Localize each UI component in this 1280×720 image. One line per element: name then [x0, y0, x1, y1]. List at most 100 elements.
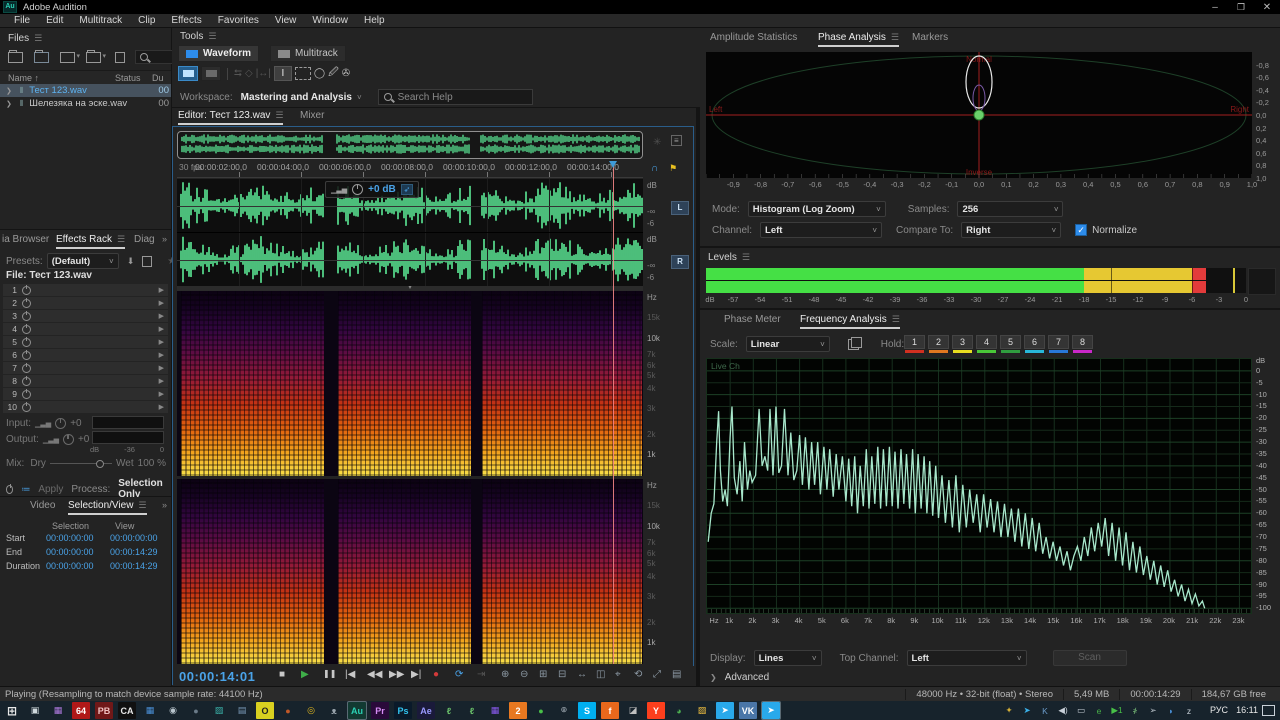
taskbar-start[interactable]: ⊞	[3, 702, 21, 719]
taskbar-leaf-app-1[interactable]: ℓ	[440, 702, 458, 719]
tab-diagnostics[interactable]: Diag	[134, 234, 155, 245]
presets-dropdown[interactable]: (Default) ˅	[46, 253, 119, 269]
zoom-tool-button[interactable]: ◫	[596, 669, 605, 680]
output-gain-knob[interactable]	[62, 434, 74, 445]
input-gain-knob[interactable]	[55, 418, 67, 429]
mix-slider[interactable]	[49, 460, 113, 468]
overview-settings-icon[interactable]: ✳	[653, 137, 661, 148]
scan-button[interactable]: Scan	[1052, 650, 1127, 666]
tray-volume[interactable]: ◀)	[1054, 702, 1072, 719]
overview-menu-icon[interactable]: ≡	[671, 135, 682, 146]
sv-view-value[interactable]: 00:00:00:00	[110, 533, 158, 543]
slot-chevron-icon[interactable]: ▶	[159, 351, 164, 359]
spectrogram-left-channel[interactable]	[177, 291, 643, 476]
zoom-tool-button[interactable]: ↔	[577, 669, 587, 680]
move-tool-icon[interactable]: ⮀	[234, 68, 242, 79]
close-button[interactable]: ✕	[1254, 2, 1280, 13]
slot-chevron-icon[interactable]: ▶	[159, 377, 164, 385]
hold-button-2[interactable]: 2	[928, 335, 949, 354]
spectrogram-right-channel[interactable]	[177, 479, 643, 664]
multitrack-view-button[interactable]: Multitrack	[270, 45, 346, 62]
panel-menu-icon[interactable]: ☰	[34, 33, 42, 44]
notification-center-icon[interactable]	[1262, 705, 1275, 716]
tray-vk[interactable]: K	[1036, 702, 1054, 719]
slot-chevron-icon[interactable]: ▶	[159, 312, 164, 320]
taskbar-adobe-audition[interactable]: Au	[347, 701, 367, 720]
hold-button-6[interactable]: 6	[1024, 335, 1045, 354]
taskbar-vk[interactable]: VK	[739, 702, 757, 719]
channel-dropdown[interactable]: Left ˅	[760, 222, 883, 238]
apply-button[interactable]: Apply	[38, 484, 63, 495]
effect-slot-4[interactable]: 4 ▶	[3, 323, 168, 335]
menu-clip[interactable]: Clip	[130, 15, 163, 26]
slot-power-icon[interactable]	[22, 323, 31, 334]
files-column-duration[interactable]: Du	[152, 73, 164, 83]
effect-slot-9[interactable]: 9 ▶	[3, 388, 168, 400]
sv-selection-value[interactable]: 00:00:00:00	[46, 547, 94, 557]
slot-power-icon[interactable]	[22, 349, 31, 360]
tray-display[interactable]: ▭	[1072, 702, 1090, 719]
spot-healing-tool[interactable]: ✇	[342, 68, 350, 79]
taskbar-telegram-2[interactable]: ➤	[761, 701, 781, 720]
tab-media-browser[interactable]: ia Browser	[2, 234, 49, 245]
next-button[interactable]: ▶|	[411, 669, 421, 680]
workspace-value[interactable]: Mastering and Analysis	[241, 92, 352, 103]
tab-video[interactable]: Video	[30, 500, 55, 511]
scale-dropdown[interactable]: Linear ˅	[745, 336, 830, 352]
files-column-name[interactable]: Name ↑	[8, 73, 39, 83]
channel-button-L[interactable]: L	[671, 201, 689, 215]
taskbar-premiere-pro[interactable]: Pr	[371, 702, 389, 719]
tab-selection-view[interactable]: Selection/View ☰	[68, 500, 147, 515]
marquee-selection-tool[interactable]	[294, 67, 311, 80]
waveform-display-tool[interactable]	[178, 66, 198, 81]
menu-multitrack[interactable]: Multitrack	[71, 15, 130, 26]
file-row[interactable]: ❯ ⫴ Тест 123.wav 00	[0, 84, 171, 97]
slot-chevron-icon[interactable]: ▶	[159, 286, 164, 294]
slot-power-icon[interactable]	[22, 401, 31, 412]
hud-pin-icon[interactable]: ➶	[400, 184, 414, 195]
slot-chevron-icon[interactable]: ▶	[159, 403, 164, 411]
taskbar-leaf-app-2[interactable]: ℓ	[463, 702, 481, 719]
hold-button-7[interactable]: 7	[1048, 335, 1069, 354]
fast-forward-button[interactable]: ▶▶	[389, 669, 404, 680]
slot-power-icon[interactable]	[22, 284, 31, 295]
effect-slot-2[interactable]: 2 ▶	[3, 297, 168, 309]
zoom-tool-button[interactable]: ⊖	[520, 669, 528, 680]
zoom-tool-button[interactable]: ▤	[672, 669, 681, 680]
slot-power-icon[interactable]	[22, 388, 31, 399]
tray-play-1[interactable]: ▶1	[1108, 702, 1126, 719]
hold-button-4[interactable]: 4	[976, 335, 997, 354]
waveform-view-button[interactable]: Waveform	[178, 45, 259, 62]
razor-tool-icon[interactable]: ◇	[245, 68, 253, 79]
hold-button-5[interactable]: 5	[1000, 335, 1021, 354]
tab-overflow-icon[interactable]: »	[162, 500, 167, 510]
taskbar-yandex-browser[interactable]: Y	[647, 702, 665, 719]
rewind-button[interactable]: ◀◀	[367, 669, 382, 680]
open-folder-icon[interactable]	[8, 49, 23, 63]
compare-to-dropdown[interactable]: Right ˅	[961, 222, 1062, 238]
duplicate-graph-icon[interactable]	[847, 336, 862, 350]
search-help-box[interactable]: Search Help	[377, 89, 533, 105]
import-file-icon[interactable]	[86, 49, 106, 63]
sv-view-value[interactable]: 00:00:14:29	[110, 547, 158, 557]
advanced-label[interactable]: Advanced	[725, 672, 769, 683]
stop-button[interactable]: ■	[279, 669, 285, 680]
normalize-checkbox[interactable]: ✓	[1075, 224, 1088, 236]
slip-tool-icon[interactable]: |↔|	[256, 68, 271, 79]
snapping-magnet-icon[interactable]: ∩	[651, 163, 658, 174]
taskbar-image-app[interactable]: ▤	[233, 702, 251, 719]
tab-frequency-analysis[interactable]: Frequency Analysis ☰	[800, 314, 900, 329]
channel-button-R[interactable]: R	[671, 255, 689, 269]
taskbar-disc-app[interactable]: ◉	[164, 702, 182, 719]
expand-chevron-icon[interactable]: ❯	[6, 100, 12, 108]
expand-chevron-icon[interactable]: ❯	[6, 87, 12, 95]
effect-slot-7[interactable]: 7 ▶	[3, 362, 168, 374]
panel-menu-icon[interactable]: ☰	[742, 252, 750, 263]
effect-slot-5[interactable]: 5 ▶	[3, 336, 168, 348]
overview-strip[interactable]	[177, 131, 643, 159]
taskbar-green-oval-app[interactable]: ●	[532, 702, 550, 719]
panel-menu-icon[interactable]: ☰	[208, 31, 216, 42]
taskbar-orange-2-app[interactable]: 2	[509, 702, 527, 719]
taskbar-skype[interactable]: S	[578, 702, 596, 719]
zoom-tool-button[interactable]: ⟲	[634, 669, 642, 680]
